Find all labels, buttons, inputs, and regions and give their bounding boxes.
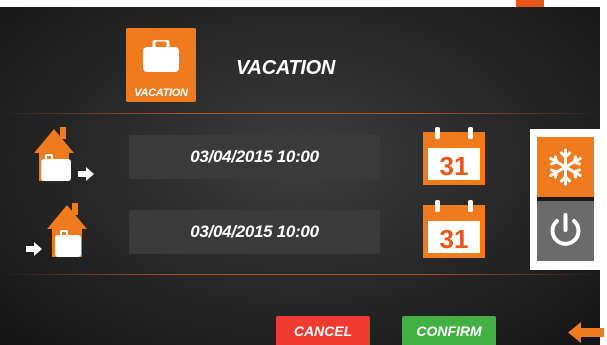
top-tab-marker [516,0,544,7]
return-calendar-day: 31 [440,224,469,254]
cancel-button[interactable]: CANCEL [276,316,370,345]
top-divider [0,113,600,114]
vacation-logo: VACATION [126,28,196,102]
bottom-divider [0,274,600,275]
confirm-button[interactable]: CONFIRM [402,316,496,345]
return-home-icon [26,203,87,257]
departure-calendar-day: 31 [440,151,469,181]
power-button[interactable] [537,201,594,261]
frost-protection-button[interactable] [537,137,594,197]
suitcase-icon [143,40,179,72]
power-icon [550,213,581,246]
vacation-logo-caption: VACATION [134,87,188,99]
departure-calendar-icon[interactable]: 31 [423,127,485,185]
snowflake-icon [549,148,582,186]
page-title: VACATION [236,57,336,79]
back-arrow-icon[interactable] [566,320,606,345]
departure-date-field[interactable]: 03/04/2015 10:00 [129,135,380,179]
return-calendar-icon[interactable]: 31 [423,200,485,258]
mode-selector-panel [530,129,600,270]
return-date-field[interactable]: 03/04/2015 10:00 [129,210,380,254]
vacation-screen: VACATION VACATION 03/04/2015 10:00 31 03… [0,7,600,345]
departure-home-icon [34,127,94,181]
